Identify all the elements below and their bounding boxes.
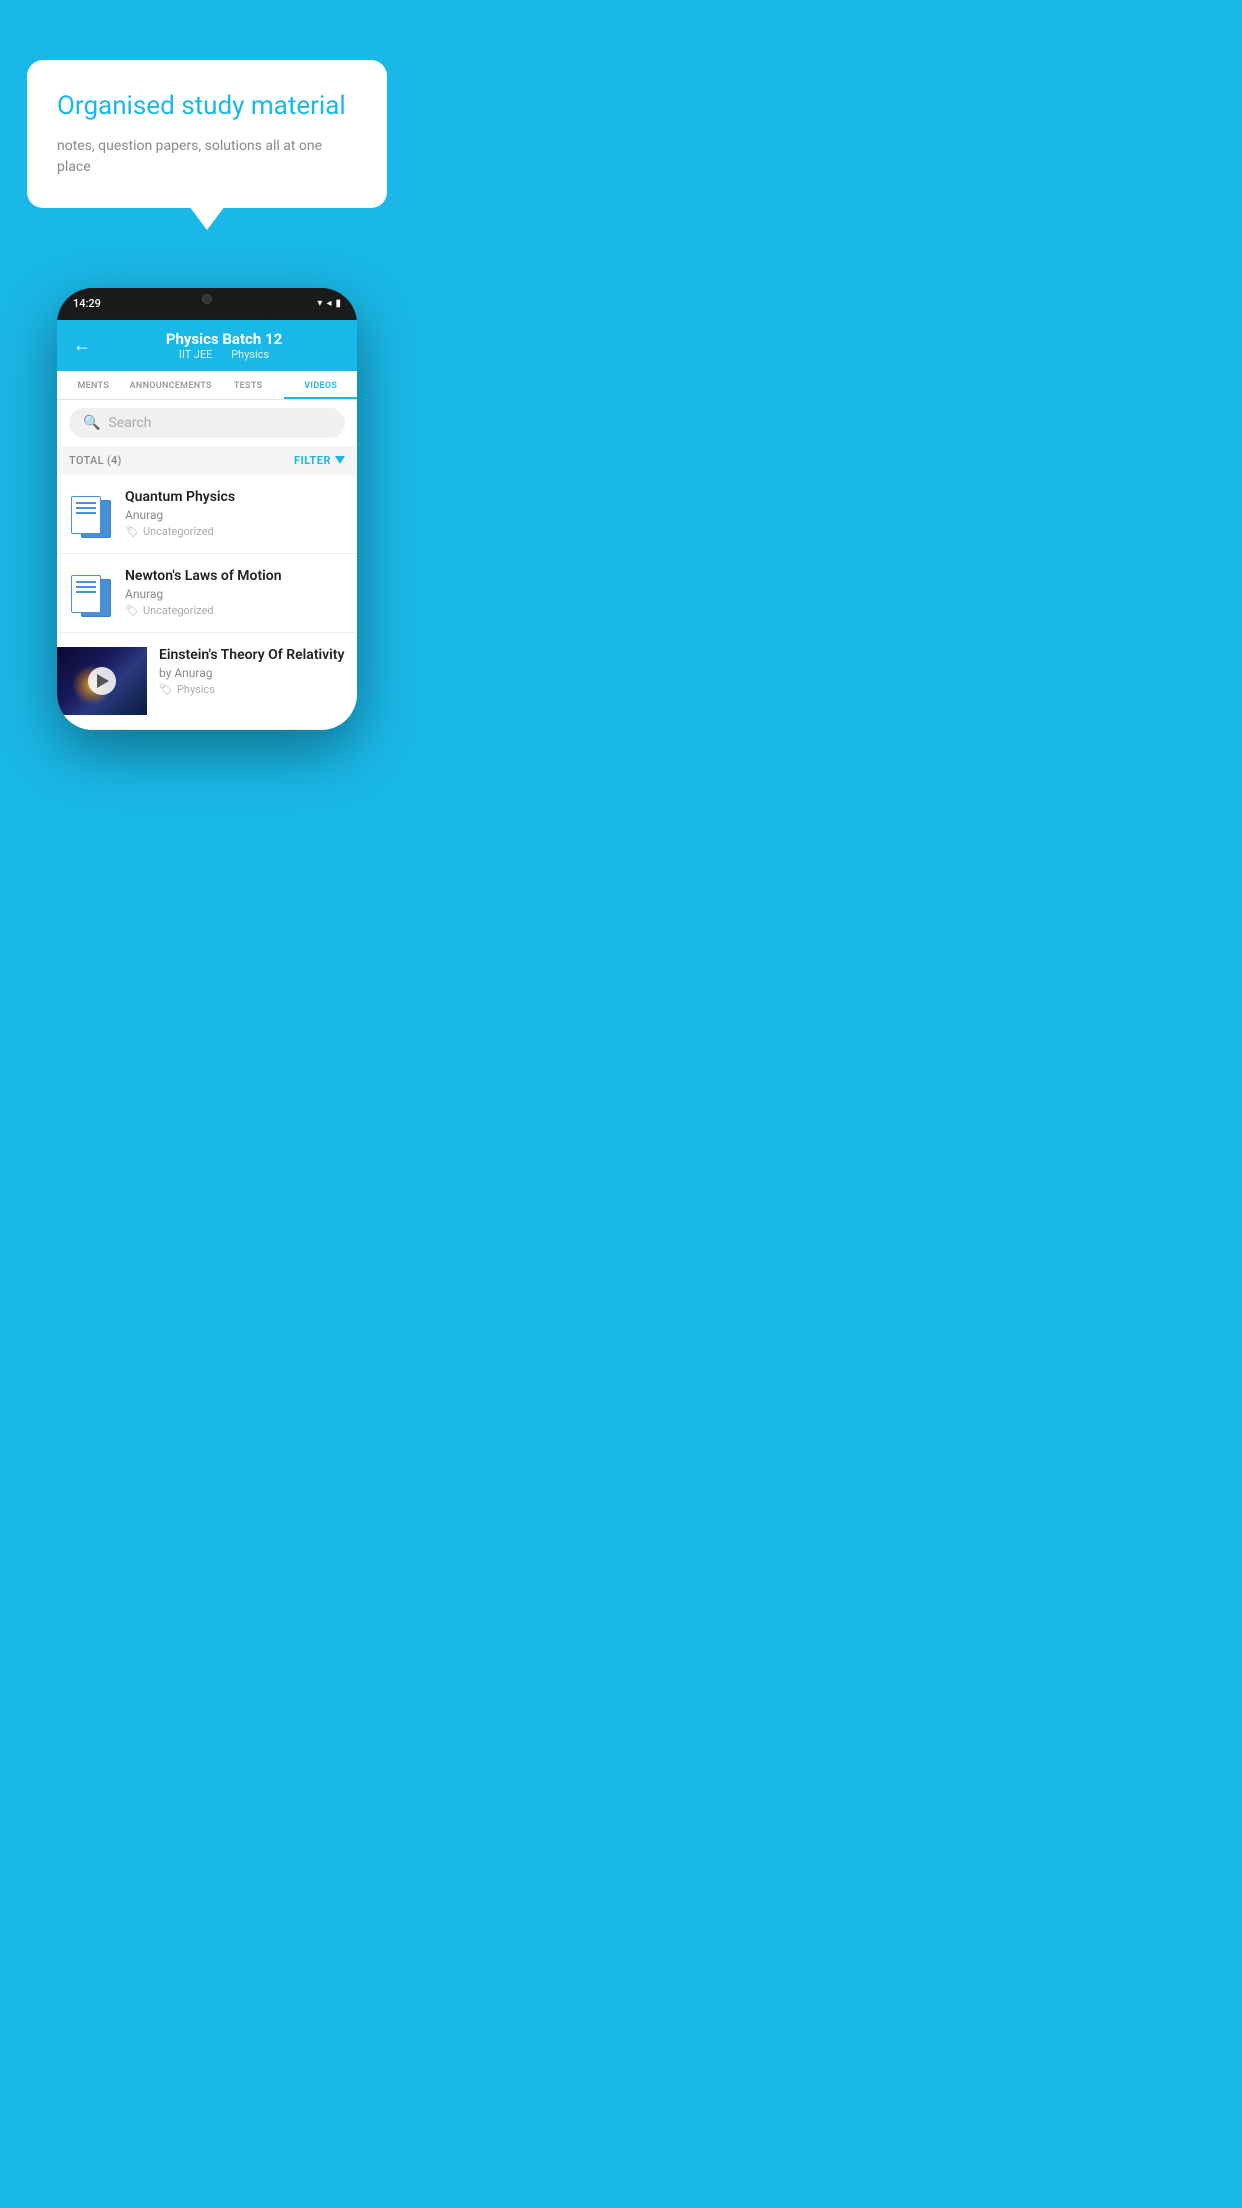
item-info: Newton's Laws of Motion Anurag 🏷 Uncateg…: [125, 568, 345, 617]
play-icon: [97, 674, 109, 688]
speech-bubble-subtext: notes, question papers, solutions all at…: [57, 136, 357, 178]
app-header: ← Physics Batch 12 IIT JEE Physics: [57, 320, 357, 371]
item-tag: 🏷 Physics: [159, 683, 345, 696]
item-title: Einstein's Theory Of Relativity: [159, 647, 345, 663]
batch-title: Physics Batch 12: [107, 330, 341, 348]
search-bar[interactable]: 🔍 Search: [69, 408, 345, 438]
play-button[interactable]: [88, 667, 116, 695]
phone-screen: ← Physics Batch 12 IIT JEE Physics MENTS…: [57, 320, 357, 730]
item-author: by Anurag: [159, 666, 345, 680]
filter-row: TOTAL (4) FILTER: [57, 446, 357, 475]
item-info: Quantum Physics Anurag 🏷 Uncategorized: [125, 489, 345, 538]
list-item[interactable]: Newton's Laws of Motion Anurag 🏷 Uncateg…: [57, 554, 357, 633]
tag-icon: 🏷: [159, 683, 173, 696]
tag-label: Uncategorized: [143, 604, 214, 617]
item-icon-container: [69, 568, 113, 618]
item-tag: 🏷 Uncategorized: [125, 604, 345, 617]
tab-ments[interactable]: MENTS: [57, 371, 130, 399]
tab-bar: MENTS ANNOUNCEMENTS TESTS VIDEOS: [57, 371, 357, 400]
item-info: Einstein's Theory Of Relativity by Anura…: [147, 647, 357, 696]
item-tag: 🏷 Uncategorized: [125, 525, 345, 538]
tag-label: Physics: [177, 683, 215, 696]
phone-notch: [167, 288, 247, 310]
list-item[interactable]: Einstein's Theory Of Relativity by Anura…: [57, 633, 357, 730]
status-icons: ▾ ◂ ▮: [317, 298, 341, 309]
speech-bubble: Organised study material notes, question…: [27, 60, 387, 208]
tab-announcements[interactable]: ANNOUNCEMENTS: [130, 371, 212, 399]
batch-tag2: Physics: [231, 348, 269, 361]
header-title-area: Physics Batch 12 IIT JEE Physics: [107, 330, 341, 361]
tag-icon: 🏷: [125, 604, 139, 617]
batch-subtitle: IIT JEE Physics: [107, 348, 341, 361]
front-camera: [202, 294, 212, 304]
item-icon-container: [69, 489, 113, 539]
filter-button[interactable]: FILTER: [294, 454, 345, 467]
batch-tag1: IIT JEE: [179, 348, 212, 361]
phone-container: 14:29 ▾ ◂ ▮ ← Physics Batch 12 IIT JEE: [0, 228, 414, 730]
search-icon: 🔍: [83, 415, 100, 431]
tab-tests[interactable]: TESTS: [212, 371, 285, 399]
doc-front: [71, 575, 101, 613]
total-count: TOTAL (4): [69, 454, 122, 467]
list-item[interactable]: Quantum Physics Anurag 🏷 Uncategorized: [57, 475, 357, 554]
tag-label: Uncategorized: [143, 525, 214, 538]
search-input[interactable]: Search: [108, 415, 151, 431]
video-thumbnail: [57, 647, 147, 715]
top-section: Organised study material notes, question…: [0, 0, 414, 228]
item-author: Anurag: [125, 587, 345, 601]
document-icon: [71, 569, 111, 617]
item-title: Quantum Physics: [125, 489, 345, 505]
status-bar: 14:29 ▾ ◂ ▮: [57, 288, 357, 320]
status-time: 14:29: [73, 297, 101, 310]
phone-mockup: 14:29 ▾ ◂ ▮ ← Physics Batch 12 IIT JEE: [57, 288, 357, 730]
filter-label: FILTER: [294, 454, 331, 467]
battery-icon: ▮: [335, 298, 341, 309]
filter-icon: [335, 456, 345, 464]
document-icon: [71, 490, 111, 538]
doc-front: [71, 496, 101, 534]
search-bar-container: 🔍 Search: [57, 400, 357, 446]
wifi-icon: ▾: [317, 298, 322, 309]
tab-videos[interactable]: VIDEOS: [284, 371, 357, 399]
back-button[interactable]: ←: [73, 335, 91, 356]
bottom-space: [0, 730, 414, 760]
tag-icon: 🏷: [125, 525, 139, 538]
signal-icon: ◂: [326, 298, 331, 309]
video-list: Quantum Physics Anurag 🏷 Uncategorized: [57, 475, 357, 730]
speech-bubble-heading: Organised study material: [57, 90, 357, 124]
item-title: Newton's Laws of Motion: [125, 568, 345, 584]
item-author: Anurag: [125, 508, 345, 522]
